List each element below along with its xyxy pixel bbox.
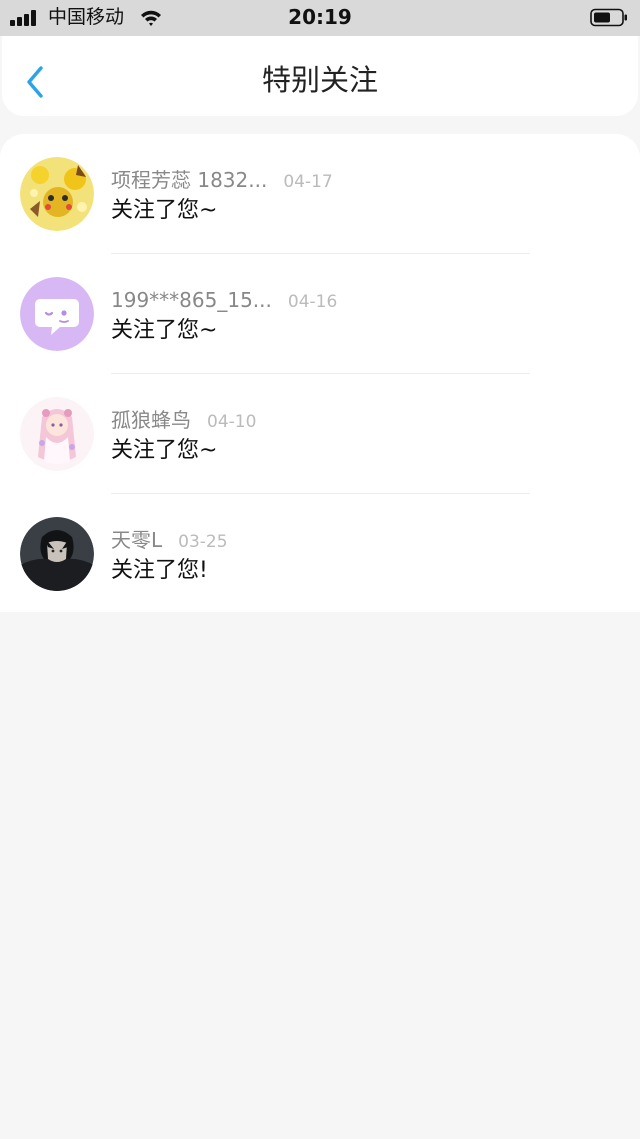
item-message: 关注了您~ (111, 438, 218, 463)
avatar (20, 397, 94, 471)
item-date: 03-25 (178, 532, 228, 552)
list-item[interactable]: 孤狼蜂鸟 04-10 关注了您~ (0, 374, 640, 494)
item-meta: 天零L 03-25 (111, 526, 228, 554)
user-name[interactable]: 项程芳蕊 1832... (111, 168, 267, 192)
page-title: 特别关注 (261, 63, 378, 97)
item-date: 04-10 (207, 412, 257, 432)
item-message: 关注了您~ (111, 318, 218, 343)
avatar (20, 157, 94, 231)
notification-list: 项程芳蕊 1832... 04-17 关注了您~ 199***865_15... 0… (0, 134, 640, 612)
avatar (20, 277, 94, 351)
battery-icon (590, 8, 627, 27)
user-name[interactable]: 199***865_15... (111, 288, 272, 312)
item-meta: 项程芳蕊 1832... 04-17 (111, 166, 333, 194)
status-bar: 中国移动 20:19 (0, 0, 640, 36)
nav-bar: 特别关注 (2, 36, 638, 116)
user-name[interactable]: 孤狼蜂鸟 (111, 408, 191, 432)
item-meta: 孤狼蜂鸟 04-10 (111, 406, 256, 434)
list-item[interactable]: 199***865_15... 04-16 关注了您~ (0, 254, 640, 374)
user-name[interactable]: 天零L (111, 528, 162, 552)
list-item[interactable]: 项程芳蕊 1832... 04-17 关注了您~ (0, 134, 640, 254)
item-meta: 199***865_15... 04-16 (111, 286, 337, 314)
status-time: 20:19 (288, 5, 352, 29)
item-date: 04-16 (287, 292, 338, 312)
item-message: 关注了您! (111, 558, 208, 583)
list-item[interactable]: 天零L 03-25 关注了您! (0, 494, 640, 614)
item-date: 04-17 (283, 172, 333, 192)
avatar (20, 517, 94, 591)
item-message: 关注了您~ (111, 198, 218, 223)
